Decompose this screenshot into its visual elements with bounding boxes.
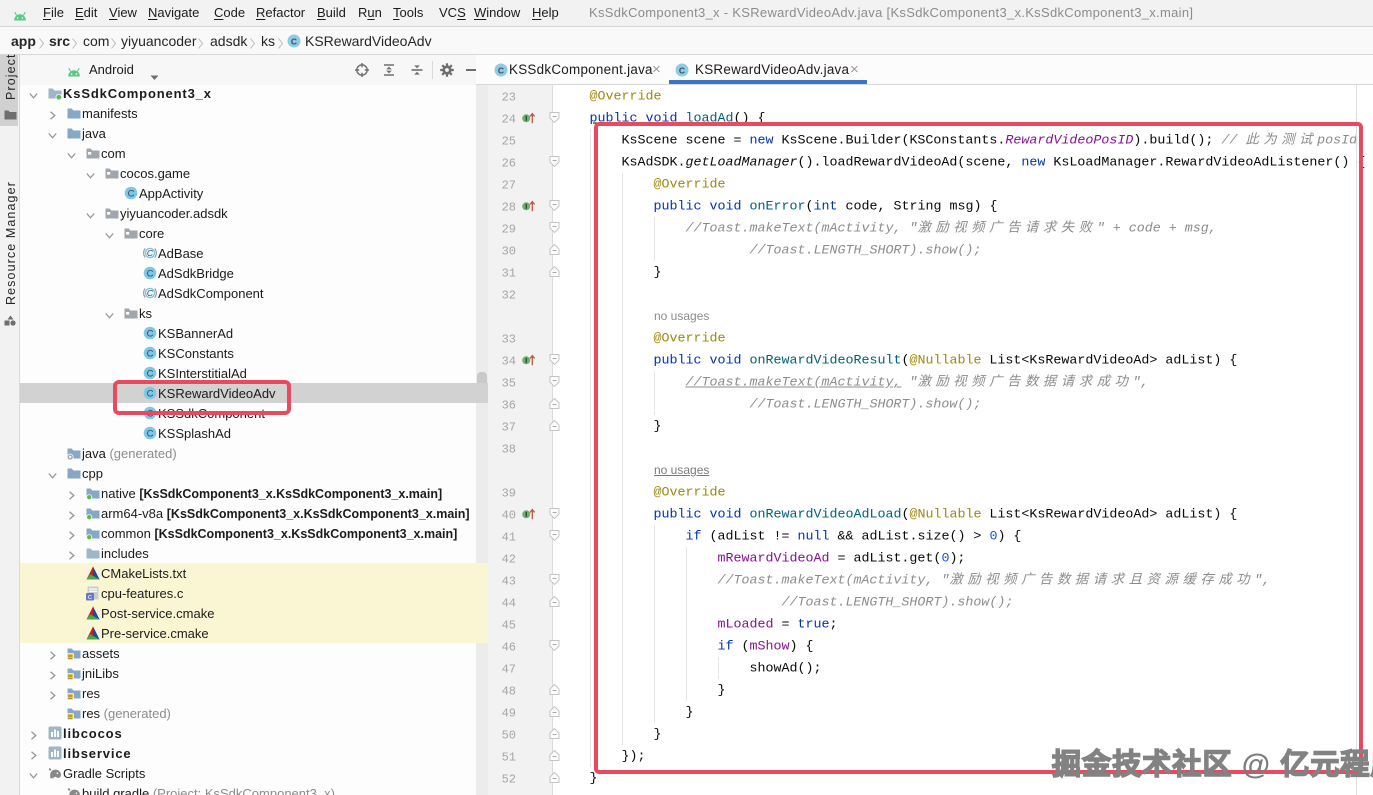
svg-text:C: C bbox=[147, 248, 154, 258]
svg-text:C: C bbox=[147, 269, 154, 280]
svg-text:C: C bbox=[147, 288, 154, 298]
svg-text:C: C bbox=[291, 36, 297, 46]
svg-text:C: C bbox=[147, 349, 154, 360]
svg-text:C: C bbox=[498, 65, 504, 75]
svg-text:C: C bbox=[147, 369, 154, 380]
svg-text:C: C bbox=[128, 189, 135, 200]
svg-text:C: C bbox=[679, 65, 685, 75]
svg-text:C: C bbox=[147, 329, 154, 340]
svg-text:c: c bbox=[88, 594, 93, 601]
svg-text:C: C bbox=[147, 429, 154, 440]
